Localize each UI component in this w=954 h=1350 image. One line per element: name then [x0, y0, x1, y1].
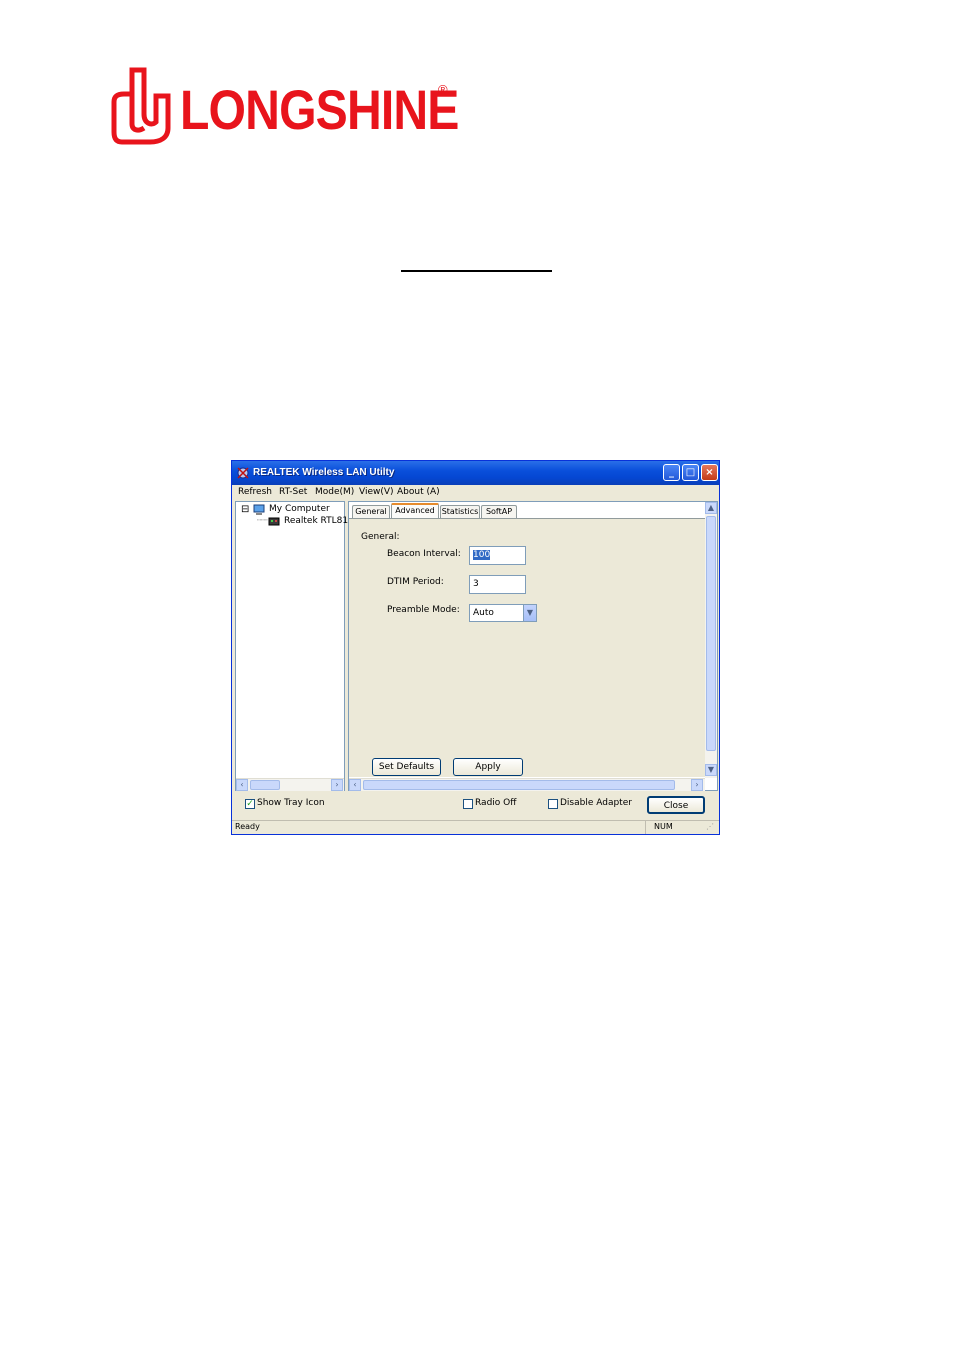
resize-grip-icon[interactable]: ⋰ — [706, 822, 714, 831]
menu-about[interactable]: About (A) — [397, 487, 440, 497]
minimize-button[interactable]: _ — [663, 464, 680, 481]
menu-view[interactable]: View(V) — [359, 487, 394, 497]
status-text: Ready — [235, 822, 260, 831]
longshine-emblem-icon — [111, 67, 171, 145]
preamble-mode-value: Auto — [473, 608, 494, 618]
preamble-mode-label: Preamble Mode: — [387, 605, 460, 615]
tab-advanced[interactable]: Advanced — [391, 503, 439, 519]
tab-general[interactable]: General — [352, 505, 390, 518]
registered-mark: ® — [438, 82, 448, 97]
tree-my-computer[interactable]: My Computer — [269, 504, 330, 514]
computer-icon — [253, 504, 265, 515]
close-window-button[interactable]: × — [701, 464, 718, 481]
section-label: General: — [361, 532, 400, 542]
heading-underline — [401, 270, 552, 272]
vertical-scroll-thumb[interactable] — [706, 516, 716, 751]
realtek-app-icon — [237, 467, 249, 479]
advanced-tab-content: General: Beacon Interval: 100 DTIM Perio… — [349, 518, 705, 777]
tree-horizontal-scrollbar[interactable]: ‹ › — [236, 778, 344, 791]
beacon-interval-input[interactable]: 100 — [469, 546, 526, 565]
realtek-utility-window: REALTEK Wireless LAN Utilty _ □ × Refres… — [231, 460, 720, 835]
scroll-thumb[interactable] — [250, 780, 280, 790]
apply-button[interactable]: Apply — [453, 758, 523, 776]
radio-off-checkbox[interactable] — [463, 799, 473, 809]
longshine-logo: LONGSHINE ® — [110, 66, 459, 148]
network-adapter-icon — [268, 517, 280, 526]
num-lock-indicator: NUM — [654, 822, 673, 831]
preamble-mode-select[interactable]: Auto ▼ — [469, 604, 537, 622]
tree-connector: ┈┈ — [257, 516, 268, 526]
scroll-up-arrow-icon[interactable]: ▲ — [705, 502, 717, 514]
beacon-interval-value: 100 — [473, 550, 491, 560]
title-bar[interactable]: REALTEK Wireless LAN Utilty _ □ × — [232, 461, 719, 485]
close-button[interactable]: Close — [647, 796, 705, 814]
tab-statistics[interactable]: Statistics — [440, 505, 480, 518]
panel-scroll-left-arrow-icon[interactable]: ‹ — [349, 779, 361, 791]
adapter-tree: ⊟ My Computer ┈┈ Realtek RTL81 ‹ › — [235, 501, 348, 791]
menu-bar: Refresh RT-Set Mode(M) View(V) About (A) — [232, 485, 719, 501]
disable-adapter-checkbox[interactable] — [548, 799, 558, 809]
beacon-interval-label: Beacon Interval: — [387, 549, 461, 559]
status-bar: Ready NUM ⋰ — [232, 820, 719, 835]
window-title: REALTEK Wireless LAN Utilty — [253, 467, 395, 478]
tree-realtek-adapter[interactable]: Realtek RTL81 — [284, 516, 348, 526]
menu-rt-set[interactable]: RT-Set — [279, 487, 307, 497]
dtim-period-label: DTIM Period: — [387, 577, 444, 587]
menu-mode[interactable]: Mode(M) — [315, 487, 354, 497]
panel-scroll-thumb[interactable] — [363, 780, 675, 790]
scroll-left-arrow-icon[interactable]: ‹ — [236, 779, 248, 791]
tree-expander-icon[interactable]: ⊟ — [241, 504, 249, 515]
scroll-right-arrow-icon[interactable]: › — [331, 779, 343, 791]
set-defaults-button[interactable]: Set Defaults — [372, 758, 441, 776]
show-tray-icon-checkbox[interactable]: ✓ — [245, 799, 255, 809]
menu-refresh[interactable]: Refresh — [238, 487, 272, 497]
scroll-down-arrow-icon[interactable]: ▼ — [705, 764, 717, 776]
settings-panel: General Advanced Statistics SoftAP Gener… — [348, 501, 718, 791]
radio-off-label: Radio Off — [475, 798, 517, 808]
panel-vertical-scrollbar[interactable]: ▲ ▼ — [705, 502, 717, 778]
maximize-button[interactable]: □ — [682, 464, 699, 481]
disable-adapter-label: Disable Adapter — [560, 798, 632, 808]
panel-horizontal-scrollbar[interactable]: ‹ › — [349, 778, 705, 791]
panel-scroll-right-arrow-icon[interactable]: › — [691, 779, 703, 791]
logo-wordmark: LONGSHINE — [180, 78, 459, 141]
chevron-down-icon[interactable]: ▼ — [523, 605, 536, 621]
show-tray-icon-label: Show Tray Icon — [257, 798, 325, 808]
tab-softap[interactable]: SoftAP — [481, 505, 517, 518]
dtim-period-input[interactable]: 3 — [469, 575, 526, 594]
status-divider — [645, 820, 646, 834]
